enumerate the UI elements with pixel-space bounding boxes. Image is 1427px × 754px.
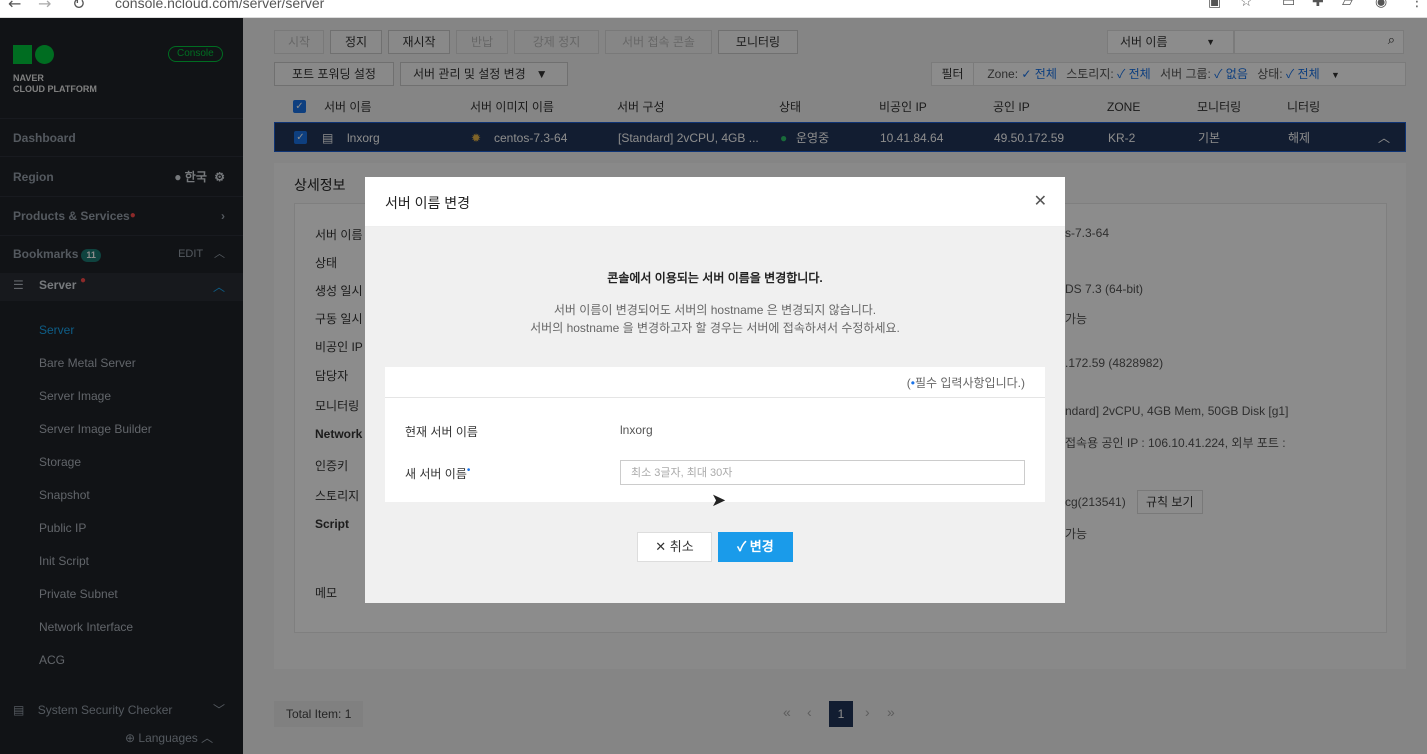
reload-icon[interactable]: ↻ xyxy=(72,0,85,13)
rename-server-dialog: 서버 이름 변경 ✕ 콘솔에서 이용되는 서버 이름을 변경합니다. 서버 이름… xyxy=(365,177,1065,603)
dialog-description: 서버 이름이 변경되어도 서버의 hostname 은 변경되지 않습니다. 서… xyxy=(530,303,900,335)
close-icon[interactable]: ✕ xyxy=(1034,191,1047,211)
new-name-label: 새 서버 이름• xyxy=(405,465,471,481)
browser-bar: ← → ↻ console.ncloud.com/server/server ▣… xyxy=(0,0,1427,18)
current-name-label: 현재 서버 이름 xyxy=(405,425,478,439)
forward-arrow-icon[interactable]: → xyxy=(38,0,51,13)
cast-icon[interactable]: ▱ xyxy=(1342,0,1353,10)
current-name-value: lnxorg xyxy=(620,423,653,437)
dialog-header: 서버 이름 변경 ✕ xyxy=(365,177,1065,227)
dialog-body: 콘솔에서 이용되는 서버 이름을 변경합니다. 서버 이름이 변경되어도 서버의… xyxy=(365,227,1065,603)
mouse-cursor-icon: ➤ xyxy=(711,490,727,511)
required-note: (•필수 입력사항입니다.) xyxy=(906,376,1025,390)
menu-icon[interactable]: ⋮ xyxy=(1410,0,1424,10)
check-icon: ✓ xyxy=(737,539,747,554)
close-icon: ✕ xyxy=(655,539,667,554)
back-arrow-icon[interactable]: ← xyxy=(8,0,21,13)
new-name-input[interactable] xyxy=(620,460,1025,485)
puzzle-icon[interactable]: ✚ xyxy=(1312,0,1324,10)
star-icon[interactable]: ☆ xyxy=(1240,0,1253,10)
address-bar[interactable]: console.ncloud.com/server/server xyxy=(115,0,324,11)
extension-icon[interactable]: ▭ xyxy=(1282,0,1295,10)
cancel-button[interactable]: ✕ 취소 xyxy=(637,532,712,562)
dialog-lead-text: 콘솔에서 이용되는 서버 이름을 변경합니다. xyxy=(607,271,823,285)
required-dot-icon: • xyxy=(466,465,471,476)
rename-form: (•필수 입력사항입니다.) 현재 서버 이름 lnxorg 새 서버 이름• xyxy=(385,367,1045,502)
profile-icon[interactable]: ◉ xyxy=(1375,0,1387,10)
confirm-button[interactable]: ✓ 변경 xyxy=(718,532,793,562)
dialog-title: 서버 이름 변경 xyxy=(385,195,471,211)
translate-icon[interactable]: ▣ xyxy=(1208,0,1221,10)
